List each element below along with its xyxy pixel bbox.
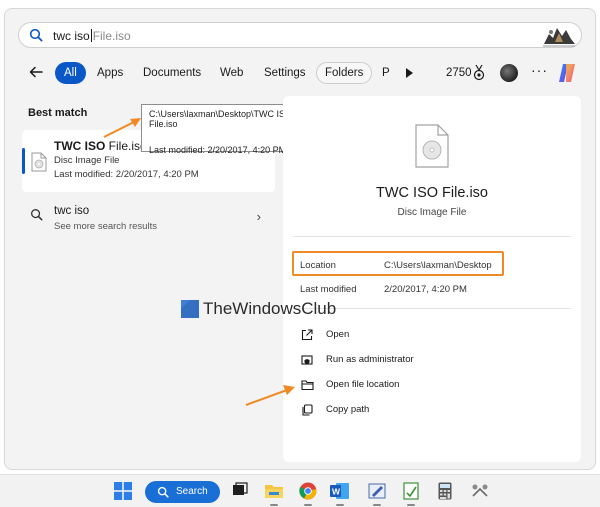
task-view-icon[interactable] [232,482,248,503]
running-indicator [407,504,415,506]
start-button[interactable] [114,482,132,505]
paint-app-icon[interactable] [368,482,386,505]
notes-app-icon[interactable] [402,482,420,505]
taskbar-search-label: Search [176,486,208,497]
taskbar: Search W [0,474,600,507]
search-icon [157,486,169,501]
svg-text:W: W [332,487,341,497]
taskbar-search-button[interactable]: Search [145,481,220,503]
file-explorer-icon[interactable] [264,482,284,505]
snipping-tool-icon[interactable] [471,482,489,505]
running-indicator [270,504,278,506]
running-indicator [304,504,312,506]
arrow-to-tooltip [103,118,141,138]
chrome-icon[interactable] [299,482,317,505]
running-indicator [336,504,344,506]
annotation-arrows [103,118,295,406]
calculator-icon[interactable] [438,482,452,505]
running-indicator [373,504,381,506]
word-icon[interactable]: W [330,482,350,505]
arrow-to-open-file-location [245,385,295,406]
